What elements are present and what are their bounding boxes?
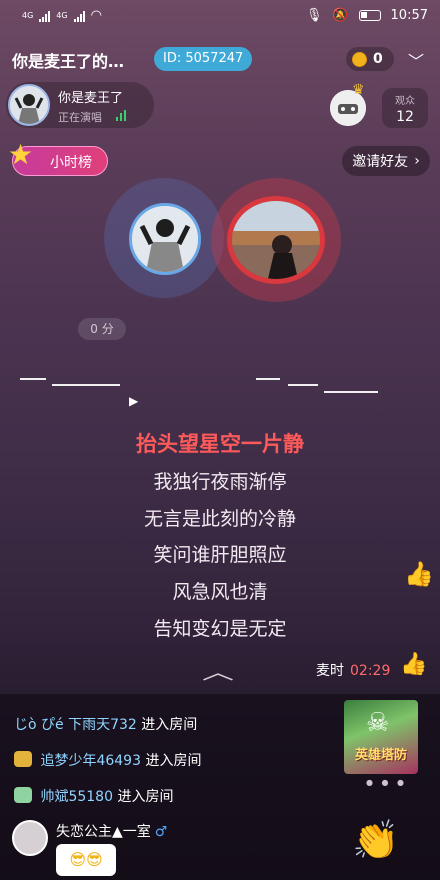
play-icon: ▶ <box>129 394 139 408</box>
audience-counter[interactable]: 观众 12 <box>382 88 428 128</box>
mic-time-label: 麦时 <box>316 663 344 679</box>
level-badge-icon <box>14 787 32 803</box>
chevron-right-icon: › <box>414 153 420 169</box>
chat-user-avatar[interactable] <box>12 820 48 856</box>
invite-label: 邀请好友 <box>352 154 409 170</box>
coin-count: 0 <box>373 51 383 67</box>
wifi-icon: ◠ <box>90 8 102 23</box>
signal-icon <box>39 10 51 22</box>
invite-friends-button[interactable]: 邀请好友 › <box>342 146 430 176</box>
singing-indicator-icon <box>116 110 126 121</box>
network-label-2: 4G <box>56 11 68 20</box>
star-icon: ★ <box>8 138 34 171</box>
audience-label: 观众 <box>395 96 415 107</box>
coin-icon <box>352 51 367 67</box>
singer-avatar-right[interactable] <box>227 196 325 284</box>
lyric-line: 我独行夜雨渐停 <box>153 471 287 493</box>
singer-avatar-left[interactable] <box>129 203 201 275</box>
lyric-line: 风急风也清 <box>172 581 268 603</box>
lyric-line: 无言是此刻的冷静 <box>143 508 296 530</box>
audience-count: 12 <box>396 109 414 125</box>
lyric-line: 笑问谁肝胆照应 <box>153 544 287 566</box>
skull-icon: ☠ <box>366 708 390 738</box>
crown-icon: ♛ <box>352 82 365 98</box>
chat-action: 进入房间 <box>145 753 202 769</box>
mic-time-value: 02:29 <box>350 663 391 679</box>
lyric-line: 告知变幻是无定 <box>153 618 287 640</box>
pitch-line <box>256 378 280 380</box>
score-badge: 0 分 <box>78 318 126 340</box>
chat-action: 进入房间 <box>141 717 198 733</box>
gender-icon: ♂ <box>154 824 168 840</box>
chat-message: 追梦少年46493 进入房间 <box>14 750 201 770</box>
clock: 10:57 <box>390 8 428 23</box>
host-name: 你是麦王了 <box>58 91 124 106</box>
game-banner-title: 英雄塔防 <box>354 748 407 763</box>
room-id-badge[interactable]: ID: 5057247 <box>154 47 253 71</box>
battery-icon <box>358 10 381 21</box>
host-avatar[interactable] <box>8 84 50 126</box>
status-bar: 4G 4G ◠ 🎙 🔕 10:57 <box>0 0 440 34</box>
host-status: 正在演唱 <box>58 111 102 124</box>
thumbs-up-icon[interactable]: 👍 <box>404 560 434 588</box>
clap-icon[interactable]: 👏 <box>352 818 399 863</box>
pitch-line <box>52 384 120 386</box>
hourly-rank-label: 小时榜 <box>50 155 92 171</box>
network-label-1: 4G <box>22 11 34 20</box>
chat-user-name: 失恋公主▲一室 <box>56 824 151 840</box>
chat-action: 进入房间 <box>117 789 174 805</box>
mic-time: 麦时 02:29 <box>316 660 390 680</box>
chat-username[interactable]: じò ぴé 下雨天732 <box>14 717 137 733</box>
chat-message: じò ぴé 下雨天732 进入房间 <box>14 714 197 734</box>
collapse-icon[interactable]: ︿ <box>202 656 234 685</box>
chat-emoji-message: 😎😎 <box>56 844 116 876</box>
lyric-current: 抬头望星空一片静 <box>136 432 304 456</box>
mute-icon: 🔕 <box>332 8 349 23</box>
room-title[interactable]: 你是麦王了的… <box>12 48 124 72</box>
coin-counter[interactable]: 0 <box>346 47 394 71</box>
banner-pager-dots: ● ● ● <box>366 778 408 787</box>
like-button[interactable]: 👍 <box>400 652 427 677</box>
mic-icon: 🎙 <box>305 8 323 23</box>
chat-user[interactable]: 失恋公主▲一室 ♂ <box>56 821 167 841</box>
pitch-line <box>288 384 318 386</box>
chevron-down-icon[interactable]: ﹀ <box>408 48 424 72</box>
pitch-line <box>324 391 378 393</box>
signal-icon-2 <box>73 10 85 22</box>
chat-message: 帅斌55180 进入房间 <box>14 786 173 806</box>
chat-username[interactable]: 帅斌55180 <box>40 789 113 805</box>
chat-username[interactable]: 追梦少年46493 <box>40 753 141 769</box>
level-badge-icon <box>14 751 32 767</box>
pitch-line <box>20 378 46 380</box>
